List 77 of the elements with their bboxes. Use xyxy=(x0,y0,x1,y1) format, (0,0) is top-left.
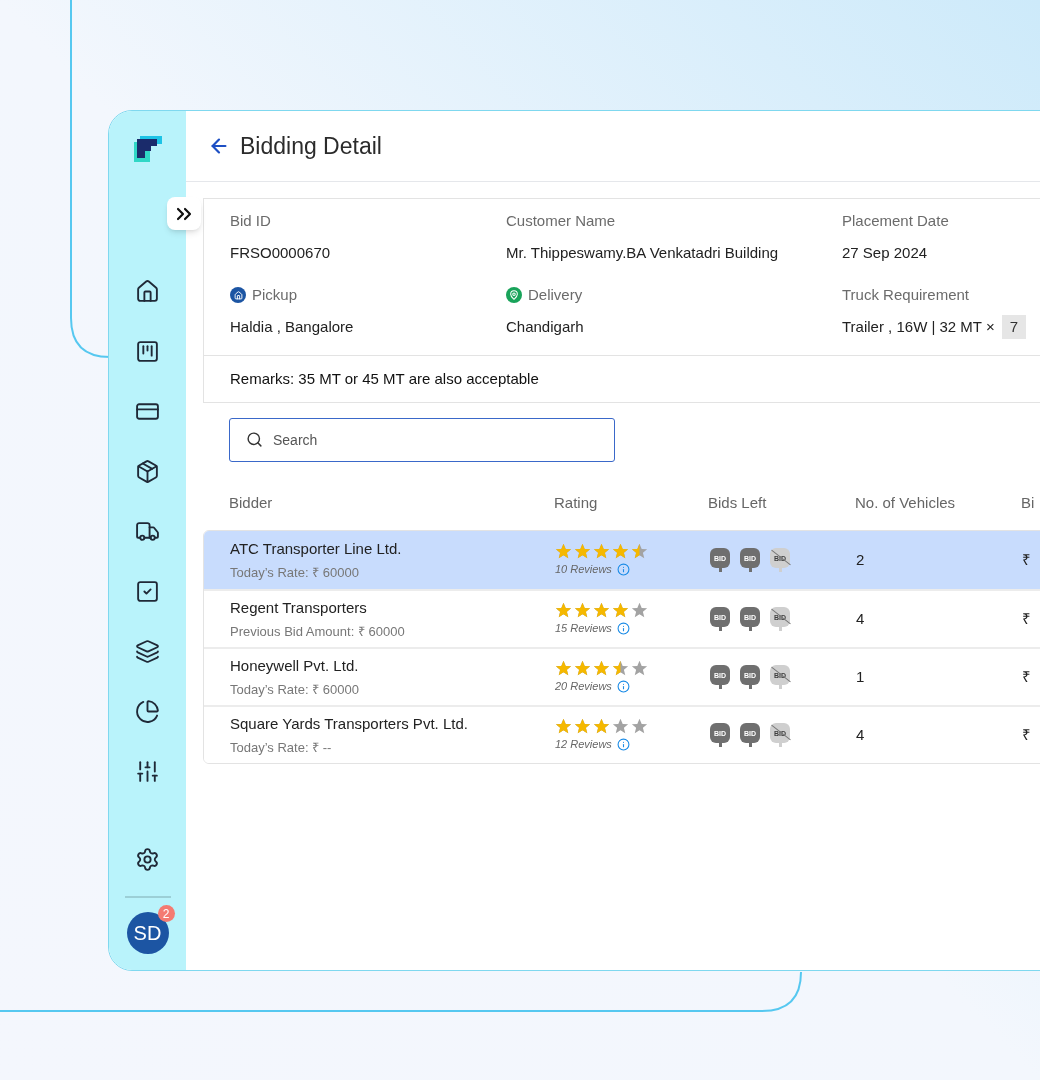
column-header: Bids Left xyxy=(708,492,768,513)
sliders-nav-button[interactable] xyxy=(134,758,161,784)
star-icon xyxy=(593,717,610,735)
field-label: Placement Date xyxy=(842,210,949,231)
checkbox-nav-button[interactable] xyxy=(134,578,161,604)
star-icon xyxy=(574,601,591,619)
field-label: Pickup xyxy=(252,284,298,305)
star-icon xyxy=(612,717,629,735)
bidder-name: Honeywell Pvt. Ltd. xyxy=(230,655,360,676)
location-pin-icon xyxy=(506,287,522,303)
info-icon[interactable] xyxy=(616,679,630,693)
star-icon xyxy=(612,542,629,560)
reviews-count: 12 Reviews xyxy=(555,736,612,752)
home-pin-icon xyxy=(230,287,246,303)
field-value: Mr. Thippeswamy.BA Venkatadri Building xyxy=(506,242,779,263)
vehicles-count: 1 xyxy=(856,666,866,687)
star-icon xyxy=(555,659,572,677)
home-nav-button[interactable] xyxy=(134,278,161,304)
star-icon xyxy=(555,717,572,735)
board-nav-button[interactable] xyxy=(134,338,161,364)
remarks-text: Remarks: 35 MT or 45 MT are also acceptable xyxy=(230,368,539,389)
info-icon[interactable] xyxy=(616,562,630,576)
field-value: Chandigarh xyxy=(506,316,584,337)
reviews-count: 15 Reviews xyxy=(555,620,612,636)
settings-button[interactable] xyxy=(134,846,161,872)
star-icon xyxy=(631,717,648,735)
rate-text: Today’s Rate: ₹ 60000 xyxy=(230,681,360,699)
page-title: Bidding Detail xyxy=(240,131,382,161)
rate-text: Previous Bid Amount: ₹ 60000 xyxy=(230,623,406,641)
table-cell-text: ₹ xyxy=(1022,724,1032,745)
star-icon xyxy=(593,659,610,677)
rate-text: Today’s Rate: ₹ 60000 xyxy=(230,564,360,582)
star-icon xyxy=(612,601,629,619)
logo-icon xyxy=(133,136,162,164)
field-label: Delivery xyxy=(528,284,583,305)
bidder-name: ATC Transporter Line Ltd. xyxy=(230,538,403,559)
search-field[interactable]: Search xyxy=(229,418,615,462)
bidder-name: Regent Transporters xyxy=(230,597,368,618)
vehicles-count: 2 xyxy=(856,549,866,570)
search-icon xyxy=(246,431,263,448)
star-icon xyxy=(574,659,591,677)
star-icon xyxy=(631,659,648,677)
column-header: No. of Vehicles xyxy=(855,492,957,513)
reviews-count: 10 Reviews xyxy=(555,561,612,577)
field-label: Bid ID xyxy=(230,210,271,231)
notification-badge: 2 xyxy=(157,905,175,922)
vehicles-count: 4 xyxy=(856,608,866,629)
info-icon[interactable] xyxy=(616,737,630,751)
star-icon xyxy=(574,717,591,735)
column-header: Bi xyxy=(1021,492,1036,513)
field-value: 27 Sep 2024 xyxy=(842,242,928,263)
star-icon xyxy=(593,601,610,619)
field-value: Trailer , 16W | 32 MT × xyxy=(842,316,995,337)
table-cell-text: ₹ xyxy=(1022,608,1032,629)
star-icon xyxy=(555,542,572,560)
bidder-name: Square Yards Transporters Pvt. Ltd. xyxy=(230,713,469,734)
table-cell-text: ₹ xyxy=(1022,666,1032,687)
layers-nav-button[interactable] xyxy=(134,638,161,664)
pie-chart-nav-button[interactable] xyxy=(134,698,161,724)
rate-text: Today’s Rate: ₹ -- xyxy=(230,739,333,757)
expand-sidebar-button[interactable] xyxy=(167,197,201,230)
star-icon xyxy=(593,542,610,560)
vehicles-count: 4 xyxy=(856,724,866,745)
star-icon xyxy=(631,601,648,619)
info-icon[interactable] xyxy=(616,621,630,635)
star-icon xyxy=(574,542,591,560)
field-value: FRSO0000670 xyxy=(230,242,331,263)
package-nav-button[interactable] xyxy=(134,458,161,484)
star-icon xyxy=(555,601,572,619)
field-value: Haldia , Bangalore xyxy=(230,316,354,337)
count-badge: 7 xyxy=(1001,315,1027,339)
column-header: Rating xyxy=(554,492,599,513)
reviews-count: 20 Reviews xyxy=(555,678,612,694)
column-header: Bidder xyxy=(229,492,274,513)
field-label: Customer Name xyxy=(506,210,616,231)
field-label: Truck Requirement xyxy=(842,284,969,305)
table-cell-text: ₹ xyxy=(1022,549,1032,570)
